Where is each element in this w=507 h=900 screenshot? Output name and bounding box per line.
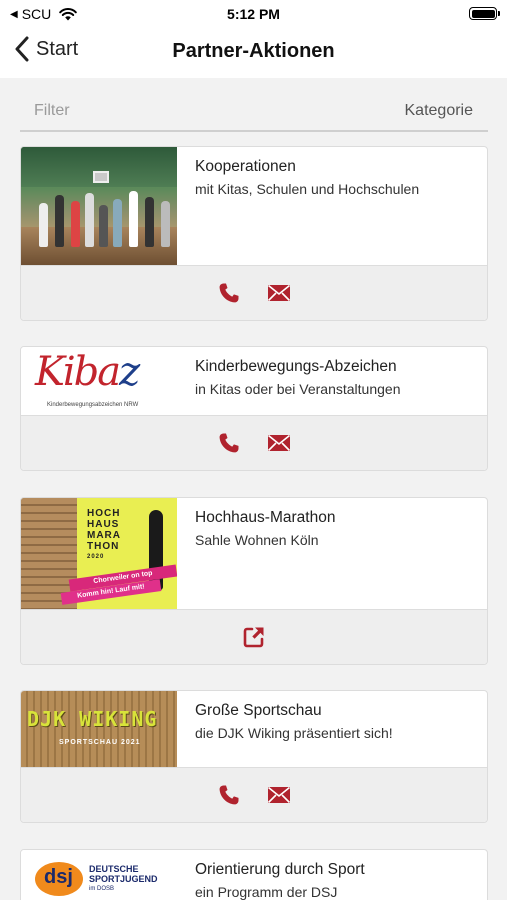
card-action-bar: [21, 609, 487, 664]
kibaz-logo-subtitle: Kinderbewegungsabzeichen NRW: [47, 402, 139, 408]
card-subtitle: in Kitas oder bei Veranstaltungen: [195, 381, 401, 397]
card-image-marathon-poster: HOCH HAUS MARA THON 2020 Chorweiler on t…: [21, 498, 177, 609]
card-image-gym-group: [21, 147, 177, 265]
phone-icon[interactable]: [217, 281, 241, 305]
filter-input[interactable]: Filter: [34, 102, 70, 120]
phone-icon[interactable]: [217, 783, 241, 807]
partner-card-grosse-sportschau[interactable]: DJK WIKING SPORTSCHAU 2021 Große Sportsc…: [20, 690, 488, 823]
card-subtitle: Sahle Wohnen Köln: [195, 532, 319, 548]
card-title: Hochhaus-Marathon: [195, 509, 336, 526]
chevron-left-icon: [15, 36, 29, 62]
back-button[interactable]: Start: [14, 36, 78, 62]
card-image-kibaz-logo: Kibaz Kinderbewegungsabzeichen NRW: [21, 347, 177, 415]
poster-headline: HOCH HAUS MARA THON 2020: [87, 508, 121, 560]
card-subtitle: die DJK Wiking präsentiert sich!: [195, 725, 393, 741]
card-title: Große Sportschau: [195, 702, 322, 719]
djk-sign-text: DJK WIKING: [27, 707, 158, 731]
navigation-bar: Start Partner-Aktionen: [0, 28, 507, 78]
kibaz-logo: Kibaz: [35, 349, 140, 395]
card-image-djk-wiking-sign: DJK WIKING SPORTSCHAU 2021: [21, 691, 177, 767]
partner-card-kooperationen[interactable]: Kooperationen mit Kitas, Schulen und Hoc…: [20, 146, 488, 321]
mail-icon[interactable]: [267, 431, 291, 455]
djk-sign-subtitle: SPORTSCHAU 2021: [59, 739, 141, 746]
category-dropdown[interactable]: Kategorie: [405, 102, 474, 120]
card-image-dsj-logo: dsj DEUTSCHE SPORTJUGEND im DOSB: [21, 850, 177, 900]
battery-icon: [469, 7, 500, 20]
card-subtitle: mit Kitas, Schulen und Hochschulen: [195, 181, 420, 197]
partner-card-hochhaus-marathon[interactable]: HOCH HAUS MARA THON 2020 Chorweiler on t…: [20, 497, 488, 665]
card-action-bar: [21, 415, 487, 470]
partner-card-kinderbewegungs-abzeichen[interactable]: Kibaz Kinderbewegungsabzeichen NRW Kinde…: [20, 346, 488, 471]
card-action-bar: [21, 265, 487, 320]
phone-icon[interactable]: [217, 431, 241, 455]
mail-icon[interactable]: [267, 281, 291, 305]
partner-card-orientierung-durch-sport[interactable]: dsj DEUTSCHE SPORTJUGEND im DOSB Orienti…: [20, 849, 488, 900]
status-time: 5:12 PM: [227, 6, 280, 22]
mail-icon[interactable]: [267, 783, 291, 807]
dsj-logo-mark: dsj: [44, 866, 73, 888]
card-subtitle: ein Programm der DSJ: [195, 884, 338, 900]
dsj-logo-text: DEUTSCHE SPORTJUGEND im DOSB: [89, 864, 158, 892]
card-action-bar: [21, 767, 487, 822]
card-title: Kooperationen: [195, 158, 296, 175]
back-button-label: Start: [36, 37, 79, 60]
filter-bar: Filter Kategorie: [20, 94, 488, 132]
card-title: Orientierung durch Sport: [195, 861, 365, 878]
status-bar: ◀ SCU 5:12 PM: [0, 0, 507, 28]
card-title: Kinderbewegungs-Abzeichen: [195, 358, 397, 375]
external-link-icon[interactable]: [242, 625, 266, 649]
